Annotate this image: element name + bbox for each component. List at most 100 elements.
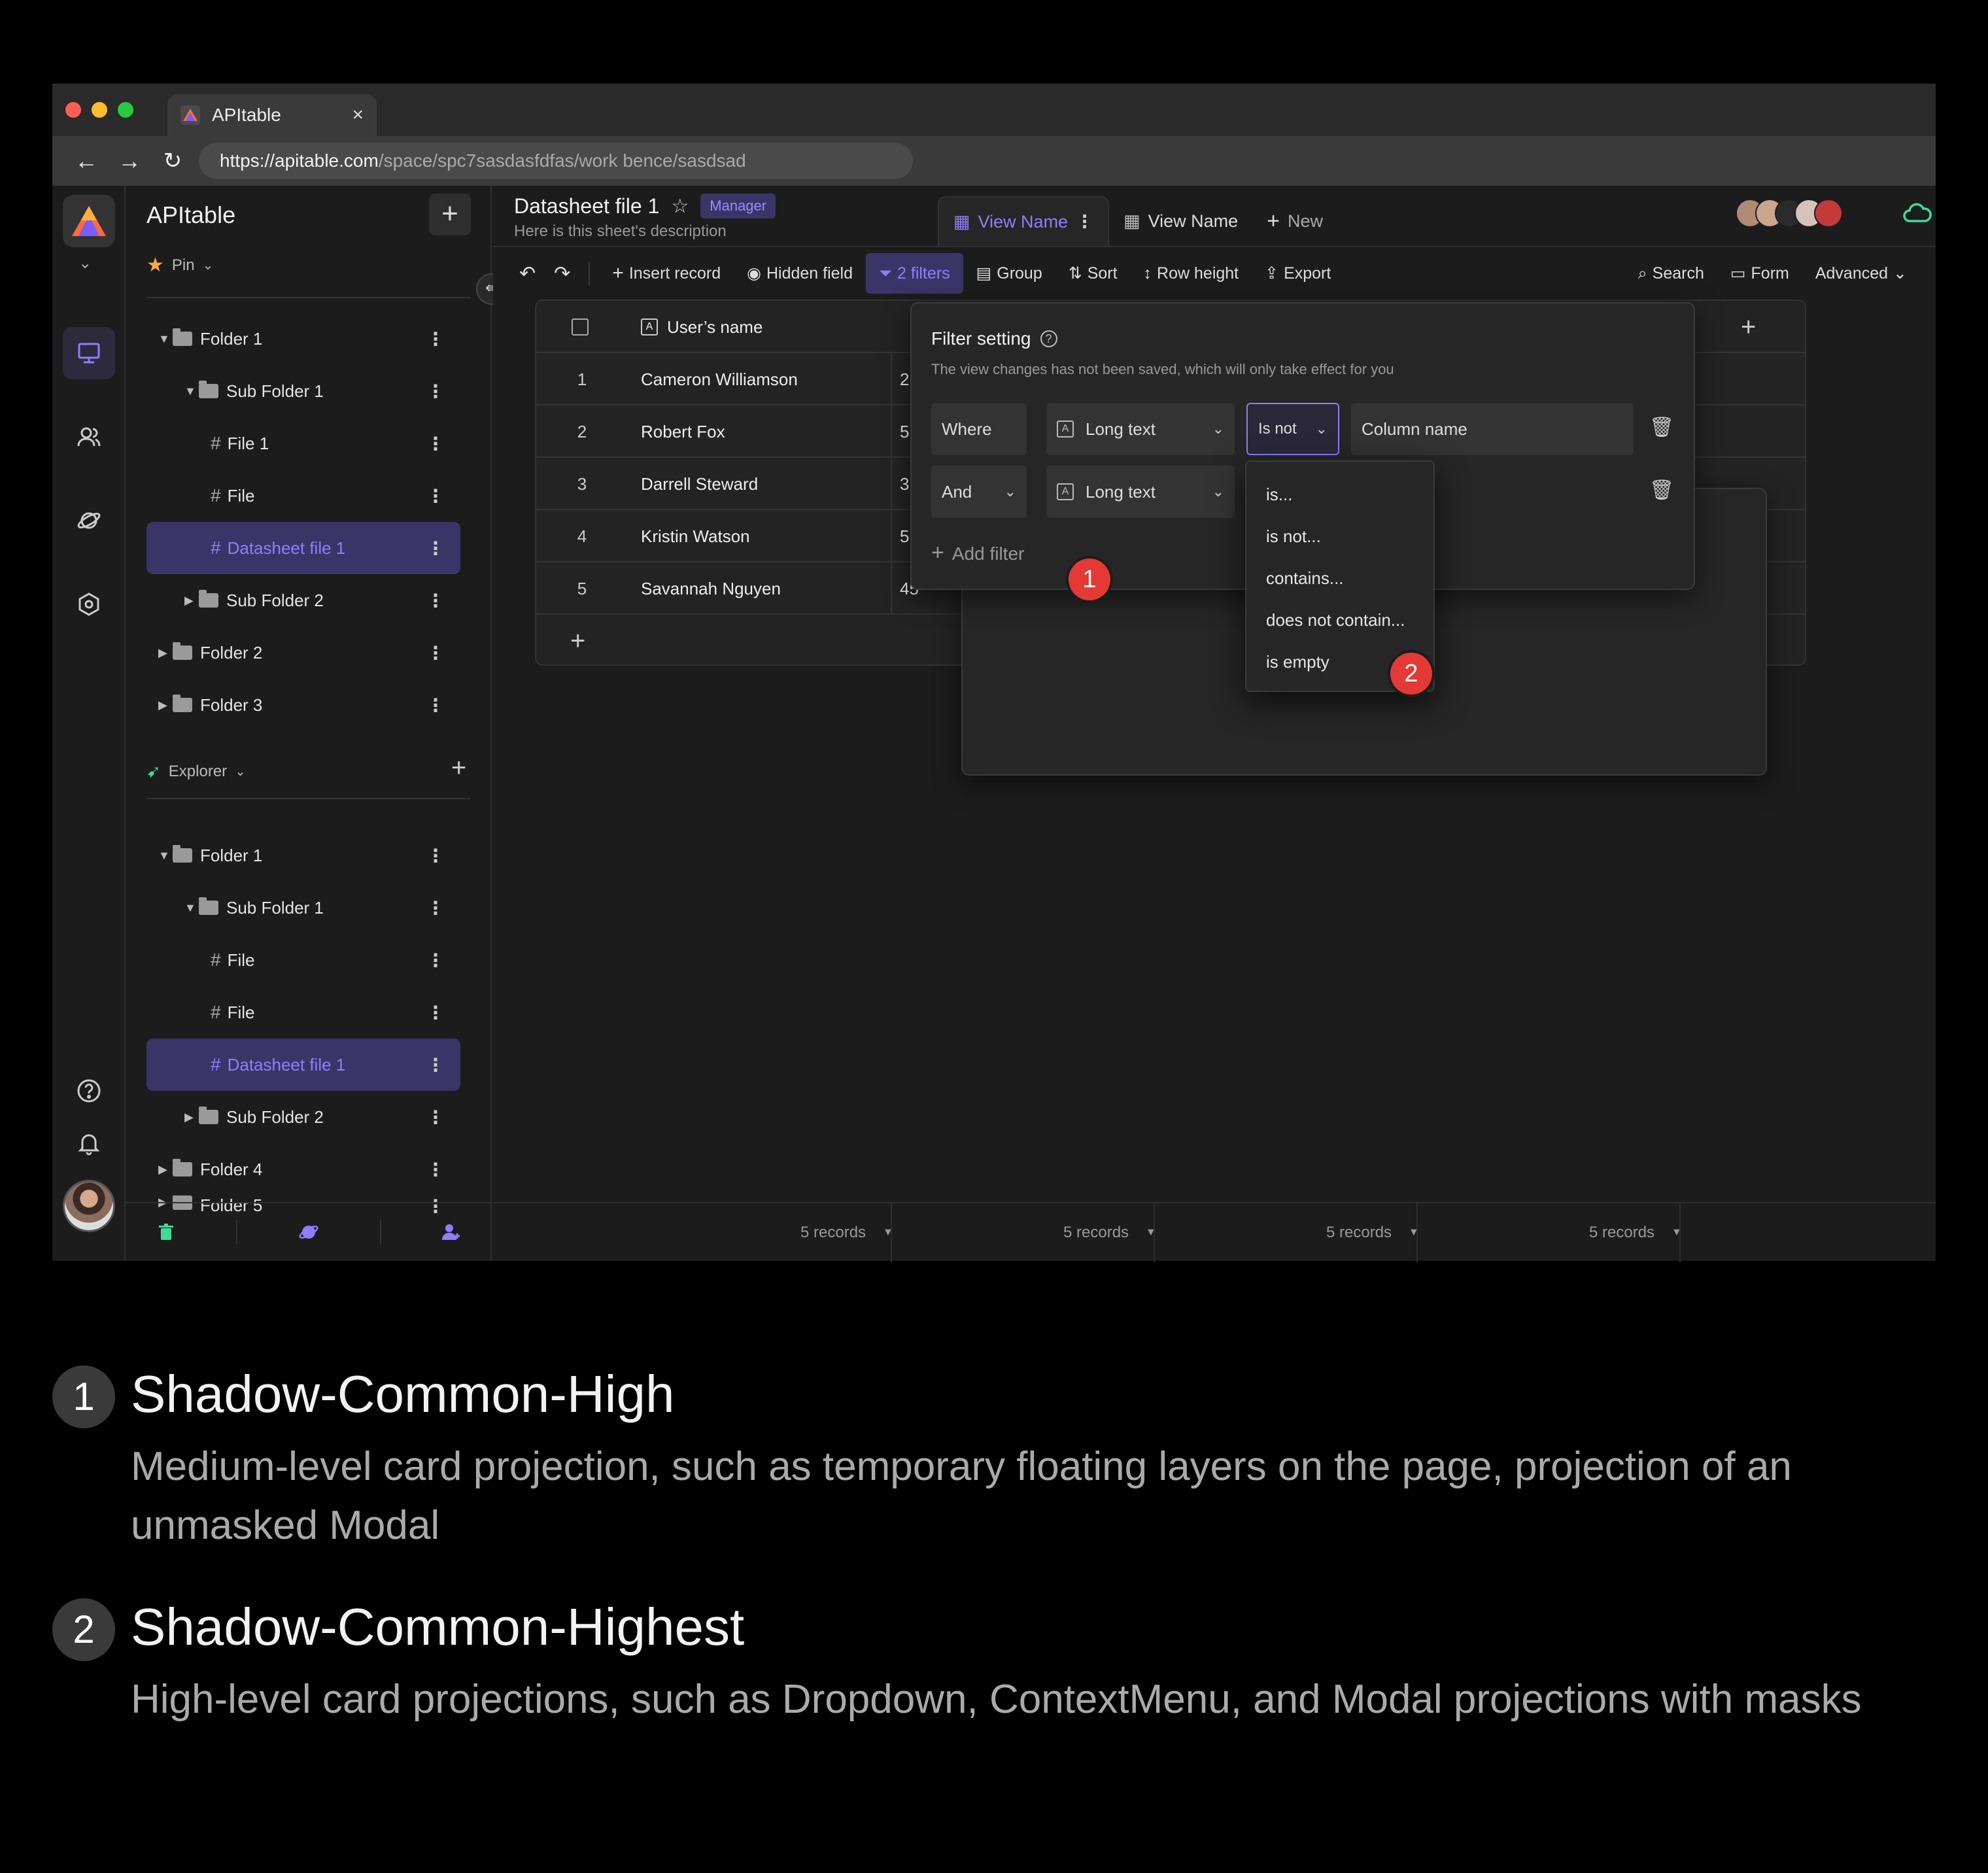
more-icon[interactable]: ⋮ [426,433,445,455]
name-cell[interactable]: Robert Fox [641,405,889,458]
more-icon[interactable]: ⋮ [426,897,445,919]
help-icon[interactable] [63,1065,115,1117]
more-icon[interactable]: ⋮ [426,950,445,971]
settings-gear-icon[interactable] [63,578,115,630]
record-count[interactable]: 5 records [800,1203,866,1262]
caret-right-icon[interactable]: ▶ [158,1163,173,1177]
sheet-description[interactable]: Here is this sheet's description [514,222,727,241]
file-item[interactable]: # File ⋮ [146,470,460,522]
reload-icon[interactable]: ↻ [152,140,194,182]
delete-filter-icon[interactable]: 🗑 [1649,479,1674,502]
operator-select[interactable]: Is not ⌄ [1246,403,1339,455]
option-is[interactable]: is... [1246,473,1435,515]
favorite-star-icon[interactable]: ☆ [671,195,689,218]
more-icon[interactable]: ⋮ [426,590,445,611]
notification-bell-icon[interactable] [63,1117,115,1169]
trash-icon[interactable] [156,1222,177,1243]
file-item[interactable]: # File 1 ⋮ [146,417,460,470]
name-cell[interactable]: Savannah Nguyen [641,562,889,615]
more-icon[interactable]: ⋮ [426,381,445,402]
export-button[interactable]: ⇪ Export [1252,253,1344,294]
add-column-icon[interactable]: + [1741,301,1756,353]
folder-item[interactable]: ▶ Sub Folder 2 ⋮ [146,574,460,627]
option-does-not-contain[interactable]: does not contain... [1246,599,1435,641]
folder-item[interactable]: ▶ Folder 2 ⋮ [146,627,460,679]
add-row-icon[interactable]: + [570,615,585,667]
add-filter-button[interactable]: + Add filter [931,540,1024,566]
explorer-add-icon[interactable]: + [451,753,466,783]
pin-section-header[interactable]: ★ Pin ⌄ [146,254,213,277]
folder-item[interactable]: ▶ Sub Folder 2 ⋮ [146,1091,460,1143]
explorer-section-header[interactable]: ➹ Explorer ⌄ + [146,753,471,782]
record-count[interactable]: 5 records [1063,1203,1129,1262]
space-logo-icon[interactable] [63,195,115,247]
more-icon[interactable]: ⋮ [426,695,445,716]
more-icon[interactable]: ⋮ [426,642,445,664]
row-height-button[interactable]: ↕ Row height [1131,253,1252,294]
help-icon[interactable]: ? [1040,330,1057,347]
caret-down-icon[interactable]: ▼ [158,849,173,863]
caret-right-icon[interactable]: ▶ [184,594,199,608]
page-title[interactable]: Datasheet file 1 [514,194,659,218]
row-number[interactable]: 1 [536,353,628,405]
sync-cloud-icon[interactable] [1903,201,1932,225]
folder-item[interactable]: ▼ Sub Folder 1 ⋮ [146,882,460,934]
more-icon[interactable]: ⋮ [426,538,445,559]
form-button[interactable]: ▭ Form [1717,253,1802,294]
more-icon[interactable]: ⋮ [426,1054,445,1076]
name-cell[interactable]: Kristin Watson [641,510,889,562]
folder-item[interactable]: ▼ Folder 1 ⋮ [146,829,460,882]
name-cell[interactable]: Cameron Williamson [641,353,889,405]
file-item[interactable]: # Datasheet file 1 ⋮ [146,1039,460,1091]
invite-member-icon[interactable] [441,1222,462,1243]
row-number[interactable]: 4 [536,510,628,562]
file-item[interactable]: # File ⋮ [146,986,460,1039]
folder-item[interactable]: ▶ Folder 4 ⋮ [146,1143,460,1195]
search-button[interactable]: ⌕ Search [1625,253,1717,294]
members-icon[interactable] [63,411,115,463]
more-icon[interactable]: ⋮ [426,1107,445,1128]
tab-close-icon[interactable]: × [352,104,364,126]
file-item[interactable]: # Datasheet file 1 ⋮ [146,522,460,574]
collaborator-avatars[interactable] [1736,199,1843,228]
filter-button[interactable]: ⏷ 2 filters [866,253,963,294]
explore-planet-icon[interactable] [63,494,115,547]
delete-filter-icon[interactable]: 🗑 [1649,416,1674,439]
more-icon[interactable]: ⋮ [426,1159,445,1180]
forward-arrow-icon[interactable]: → [109,140,150,182]
option-contains[interactable]: contains... [1246,557,1435,599]
row-number[interactable]: 5 [536,562,628,615]
field-select[interactable]: A Long text ⌄ [1046,403,1235,455]
folder-item[interactable]: ▼ Sub Folder 1 ⋮ [146,365,460,417]
caret-right-icon[interactable]: ▶ [184,1110,199,1124]
hidden-field-button[interactable]: ◉ Hidden field [734,253,866,294]
tab-view-2[interactable]: ▦ View Name [1109,196,1252,246]
view-more-icon[interactable]: ⋮ [1076,212,1093,232]
caret-down-icon[interactable]: ▼ [184,901,199,915]
caret-right-icon[interactable]: ▶ [158,698,173,712]
conjunction-select[interactable]: And ⌄ [931,466,1027,518]
caret-right-icon[interactable]: ▶ [158,646,173,660]
more-icon[interactable]: ⋮ [426,328,445,350]
option-is-not[interactable]: is not... [1246,515,1435,557]
row-number[interactable]: 2 [536,405,628,458]
more-icon[interactable]: ⋮ [426,845,445,867]
folder-item[interactable]: ▶ Folder 3 ⋮ [146,679,460,731]
name-cell[interactable]: Darrell Steward [641,458,889,510]
tab-view-1[interactable]: ▦ View Name ⋮ [938,196,1110,246]
undo-icon[interactable]: ↶ [493,253,545,294]
caret-down-icon[interactable]: ▼ [184,385,199,398]
select-all-checkbox[interactable] [572,301,590,353]
close-window-dot[interactable] [65,102,81,118]
browser-tab[interactable]: APItable × [167,94,377,136]
maximize-window-dot[interactable] [118,102,133,118]
user-avatar[interactable] [63,1180,115,1232]
minimize-window-dot[interactable] [92,102,107,118]
sort-button[interactable]: ⇅ Sort [1055,253,1131,294]
caret-down-icon[interactable]: ▼ [158,332,173,346]
add-node-button[interactable]: + [429,194,471,235]
back-arrow-icon[interactable]: ← [65,140,107,182]
more-icon[interactable]: ⋮ [426,485,445,507]
field-select[interactable]: A Long text ⌄ [1046,466,1235,518]
value-input[interactable]: Column name [1351,403,1634,455]
